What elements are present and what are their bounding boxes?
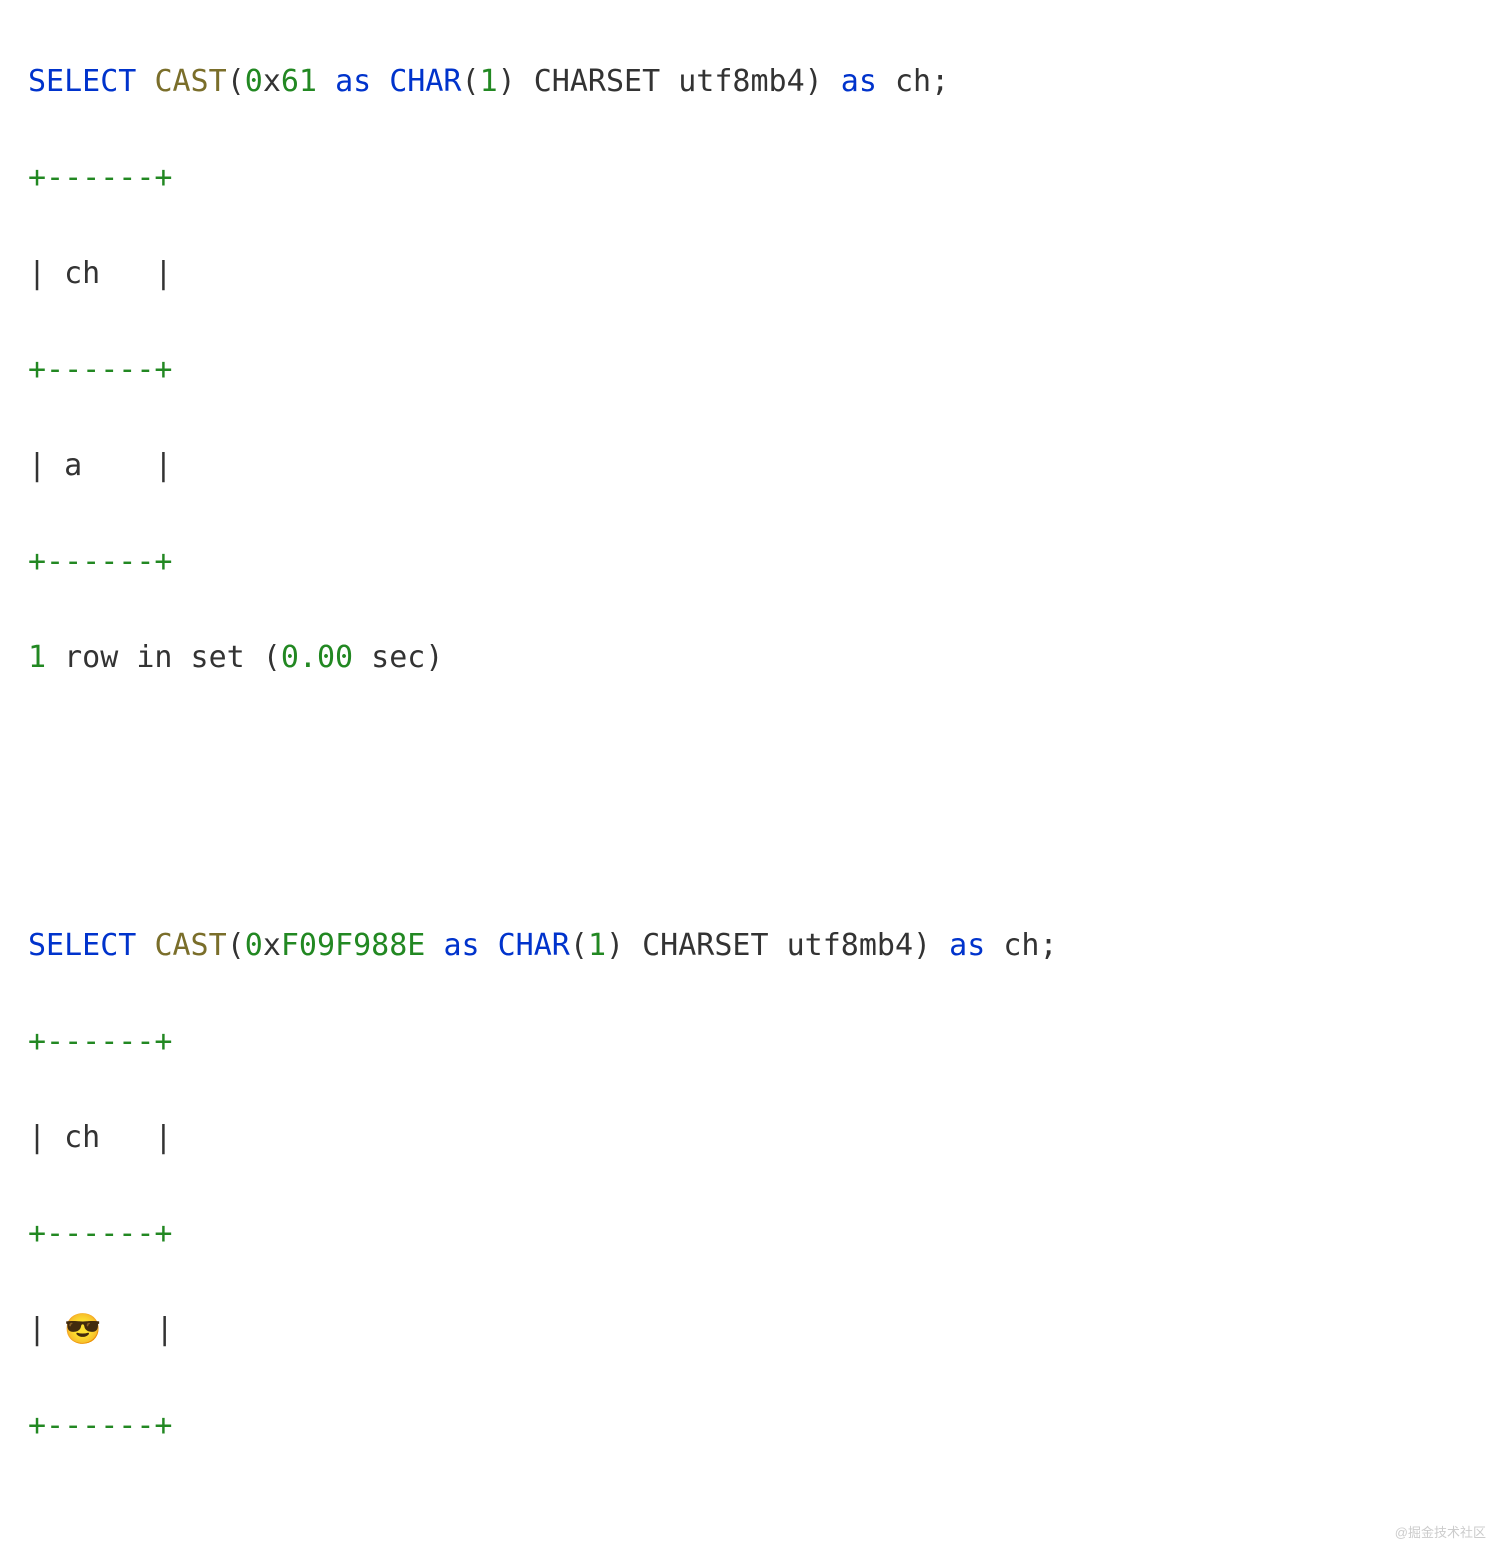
paren-close-2: ) <box>498 64 516 99</box>
status-text: row in set ( <box>46 640 281 675</box>
kw-select: SELECT <box>28 64 136 99</box>
hex-zero: 0 <box>245 928 263 963</box>
char-len: 1 <box>480 64 498 99</box>
row-count: 1 <box>28 640 46 675</box>
char-len: 1 <box>588 928 606 963</box>
table-header: | ch | <box>28 1114 1468 1162</box>
table-border: +------+ <box>28 1018 1468 1066</box>
paren-open-2: ( <box>462 64 480 99</box>
paren-open: ( <box>227 928 245 963</box>
kw-char: CHAR <box>498 928 570 963</box>
hex-value: F09F988E <box>281 928 426 963</box>
table-row: | 😎 | <box>28 1306 1468 1354</box>
table-border: +------+ <box>28 346 1468 394</box>
sql-output: SELECT CAST(0x61 as CHAR(1) CHARSET utf8… <box>0 0 1496 1556</box>
alias: ch; <box>985 928 1057 963</box>
hex-x: x <box>263 928 281 963</box>
status-line: 1 row in set (0.00 sec) <box>28 634 1468 682</box>
query-2-line: SELECT CAST(0xF09F988E as CHAR(1) CHARSE… <box>28 922 1468 970</box>
blank-line <box>28 826 1468 874</box>
status-end: sec) <box>353 640 443 675</box>
query-1-line: SELECT CAST(0x61 as CHAR(1) CHARSET utf8… <box>28 58 1468 106</box>
table-border: +------+ <box>28 538 1468 586</box>
kw-as-2: as <box>949 928 985 963</box>
paren-open-2: ( <box>570 928 588 963</box>
paren-close: ) <box>805 64 823 99</box>
hex-value: 61 <box>281 64 317 99</box>
fn-cast: CAST <box>154 928 226 963</box>
paren-open: ( <box>227 64 245 99</box>
hex-x: x <box>263 64 281 99</box>
kw-as-2: as <box>841 64 877 99</box>
charset-clause: CHARSET utf8mb4 <box>516 64 805 99</box>
alias: ch; <box>877 64 949 99</box>
kw-as: as <box>335 64 371 99</box>
kw-char: CHAR <box>389 64 461 99</box>
kw-as: as <box>443 928 479 963</box>
watermark: @掘金技术社区 <box>1395 1523 1486 1544</box>
table-row: | a | <box>28 442 1468 490</box>
paren-close: ) <box>913 928 931 963</box>
table-header: | ch | <box>28 250 1468 298</box>
table-border: +------+ <box>28 154 1468 202</box>
hex-zero: 0 <box>245 64 263 99</box>
table-border: +------+ <box>28 1210 1468 1258</box>
fn-cast: CAST <box>154 64 226 99</box>
blank-line <box>28 730 1468 778</box>
charset-clause: CHARSET utf8mb4 <box>624 928 913 963</box>
elapsed-time: 0.00 <box>281 640 353 675</box>
table-border: +------+ <box>28 1402 1468 1450</box>
paren-close-2: ) <box>606 928 624 963</box>
kw-select: SELECT <box>28 928 136 963</box>
